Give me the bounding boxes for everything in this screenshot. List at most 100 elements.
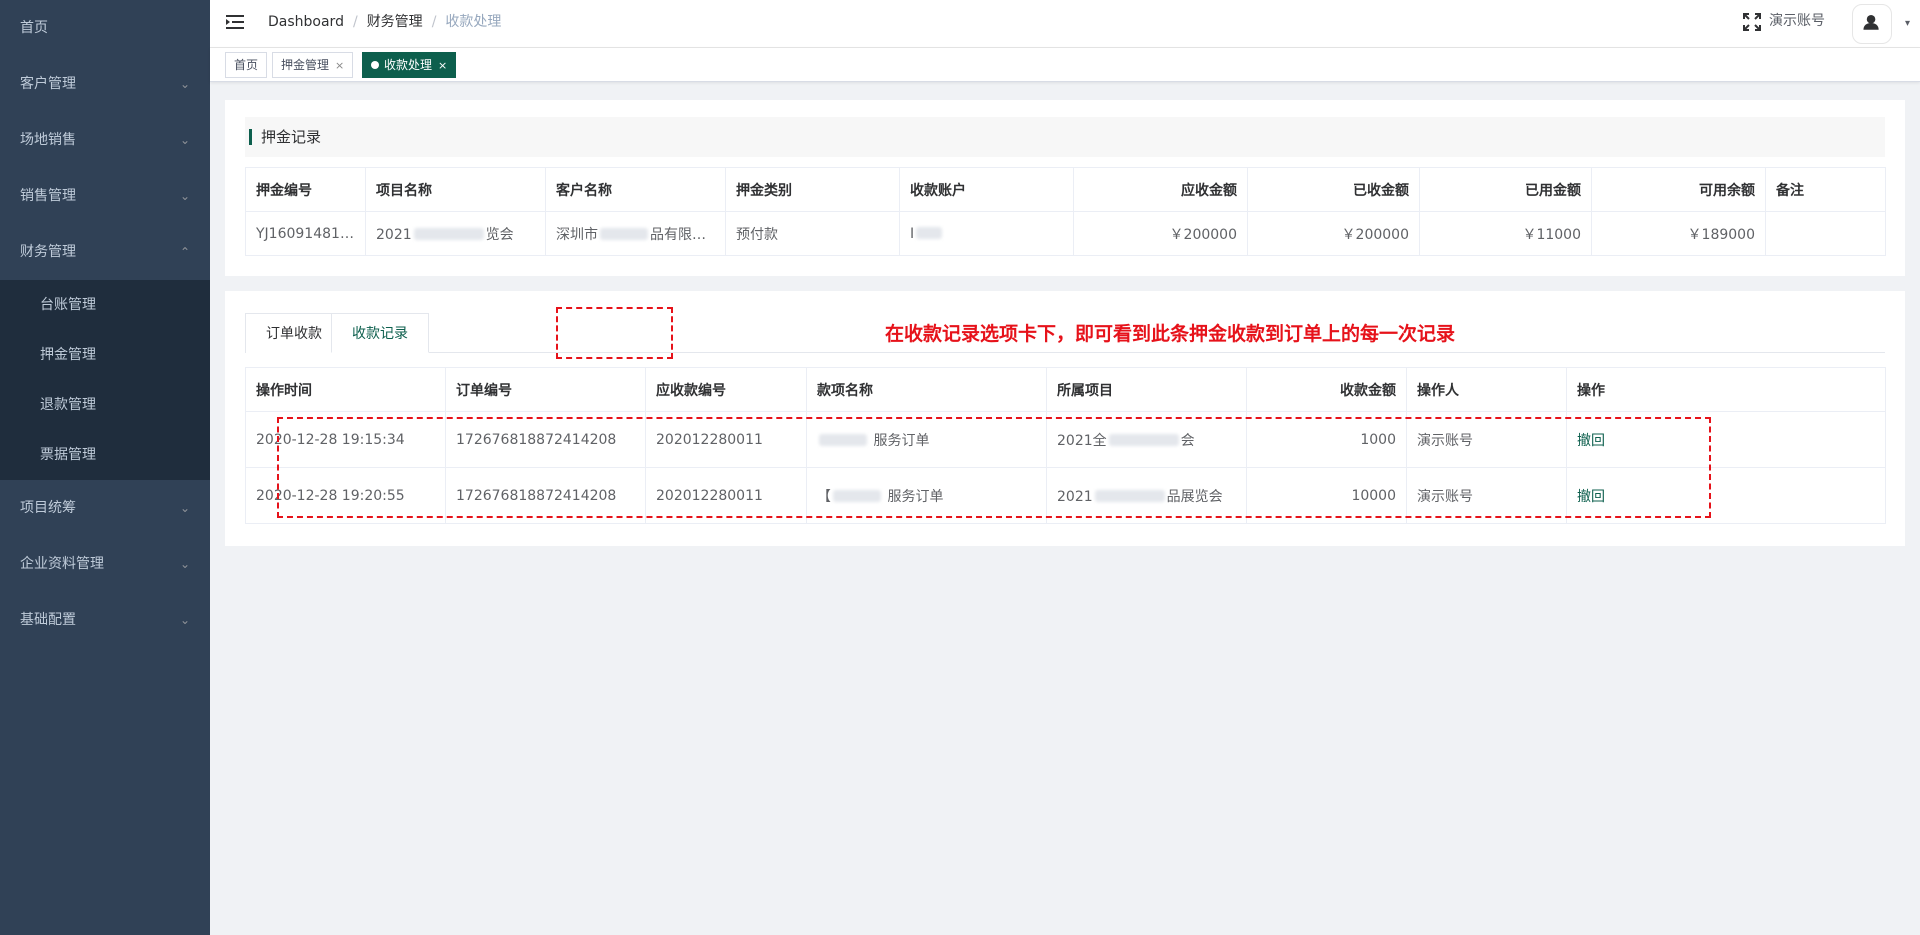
remark [1765,211,1886,256]
table-row: 2020-12-28 19:15:34 172676818872414208 2… [245,411,1886,468]
tag-payment-processing[interactable]: 收款处理 × [362,52,457,78]
deposit-code: YJ16091481… [245,211,366,256]
breadcrumb: Dashboard / 财务管理 / 收款处理 [268,0,501,45]
sidebar-item-finance[interactable]: 财务管理 ⌃ [0,224,210,280]
project-name-text: 2021 [376,226,412,243]
sidebar: 首页 客户管理 ⌄ 场地销售 ⌄ 销售管理 ⌄ 财务管理 ⌃ 台账管理 押金管理 退款管… [0,0,210,935]
item-name: 服务订单 [806,411,1047,468]
menu-fold-icon[interactable] [226,14,244,30]
sidebar-item-enterprise[interactable]: 企业资料管理 ⌄ [0,536,210,592]
column-header: 操作时间 [245,367,446,412]
customer-name-text: 深圳市 [556,226,598,243]
sidebar-item-label: 基础配置 [20,612,76,628]
sidebar-item-label: 项目统筹 [20,500,76,516]
tag-label: 首页 [234,58,259,72]
breadcrumb-current: 收款处理 [445,14,502,30]
column-header: 操作人 [1406,367,1567,412]
tab-order-payment[interactable]: 订单收款 [245,313,343,353]
column-header: 款项名称 [806,367,1047,412]
payment-amount: 1000 [1246,411,1407,468]
caret-down-icon[interactable]: ▾ [1905,18,1910,29]
sidebar-item-venue-sales[interactable]: 场地销售 ⌄ [0,112,210,168]
operator: 演示账号 [1406,467,1567,524]
sidebar-item-customer[interactable]: 客户管理 ⌄ [0,56,210,112]
project-name: 2021 览会 [365,211,546,256]
annotation-text: 在收款记录选项卡下，即可看到此条押金收款到订单上的每一次记录 [885,323,1456,345]
table-header-row: 押金编号 项目名称 客户名称 押金类别 收款账户 应收金额 已收金额 已用金额 … [245,167,1886,212]
current-user-name: 演示账号 [1769,13,1825,29]
column-header: 可用余额 [1591,167,1766,212]
table-row: YJ16091481… 2021 览会 深圳市 品有限公司 预付款 I ￥20000… [245,211,1886,256]
deposit-category: 预付款 [725,211,900,256]
item-name-text: 【 [817,488,831,505]
project: 2021全 会 [1046,411,1247,468]
customer-name: 深圳市 品有限公司 [545,211,726,256]
project-text: 2021全 [1057,432,1107,449]
column-header: 所属项目 [1046,367,1247,412]
chevron-up-icon: ⌃ [179,245,190,259]
sidebar-item-home[interactable]: 首页 [0,0,210,56]
action-cell: 撤回 [1566,411,1886,468]
revoke-button[interactable]: 撤回 [1577,489,1605,505]
redacted-blur [833,489,881,502]
item-name-text: 服务订单 [873,432,930,449]
operation-time: 2020-12-28 19:20:55 [245,467,446,524]
project: 2021 品展览会 [1046,467,1247,524]
sidebar-item-project[interactable]: 项目统筹 ⌄ [0,480,210,536]
column-header: 应收款编号 [645,367,807,412]
fullscreen-icon[interactable] [1742,12,1762,32]
avatar[interactable] [1852,4,1892,44]
customer-name-text: 品有限公司 [650,226,720,243]
order-number: 172676818872414208 [445,467,646,524]
table-header-row: 操作时间 订单编号 应收款编号 款项名称 所属项目 收款金额 操作人 操作 [245,367,1886,412]
payment-records-card: 订单收款 收款记录 在收款记录选项卡下，即可看到此条押金收款到订单上的每一次记录… [225,291,1905,546]
navbar: Dashboard / 财务管理 / 收款处理 演示账号 ▾ [210,0,1920,48]
tag-deposit[interactable]: 押金管理 × [272,52,354,78]
tag-home[interactable]: 首页 [225,52,268,78]
redacted-blur [413,227,484,240]
finance-submenu: 台账管理 押金管理 退款管理 票据管理 [0,280,210,480]
tag-label: 收款处理 [384,58,433,72]
column-header: 已收金额 [1247,167,1420,212]
amount-available: ￥189000 [1591,211,1766,256]
breadcrumb-dashboard[interactable]: Dashboard [268,14,344,30]
order-number: 172676818872414208 [445,411,646,468]
column-header: 已用金额 [1419,167,1592,212]
sidebar-item-sales[interactable]: 销售管理 ⌄ [0,168,210,224]
tags-view: 首页 押金管理 × 收款处理 × [210,48,1920,82]
sidebar-item-config[interactable]: 基础配置 ⌄ [0,592,210,648]
receivable-number: 202012280011 [645,411,807,468]
section-title: 押金记录 [245,117,1885,157]
sidebar-subitem-deposit[interactable]: 押金管理 [0,330,210,380]
receiving-account: I [899,211,1074,256]
sidebar-subitem-invoice[interactable]: 票据管理 [0,430,210,480]
sidebar-item-label: 客户管理 [20,76,76,92]
close-icon[interactable]: × [335,59,344,72]
tab-payment-records[interactable]: 收款记录 [331,313,429,353]
project-text: 会 [1180,432,1195,449]
amount-used: ￥11000 [1419,211,1592,256]
sidebar-item-label: 首页 [20,20,48,36]
chevron-down-icon: ⌄ [179,557,190,571]
redacted-blur [1094,489,1165,502]
sidebar-item-label: 企业资料管理 [20,556,104,572]
receivable-number: 202012280011 [645,467,807,524]
column-header: 押金编号 [245,167,366,212]
redacted-blur [916,226,943,239]
deposit-record-card: 押金记录 押金编号 项目名称 客户名称 押金类别 收款账户 应收金额 已收金额 … [225,100,1905,276]
main-area: Dashboard / 财务管理 / 收款处理 演示账号 ▾ 首页 押金管理 × 收款处理… [210,0,1920,935]
redacted-blur [1108,433,1179,446]
sidebar-subitem-ledger[interactable]: 台账管理 [0,280,210,330]
column-header: 订单编号 [445,367,646,412]
revoke-button[interactable]: 撤回 [1577,433,1605,449]
close-icon[interactable]: × [438,59,447,72]
payment-records-table: 操作时间 订单编号 应收款编号 款项名称 所属项目 收款金额 操作人 操作 20… [245,367,1886,524]
chevron-down-icon: ⌄ [179,133,190,147]
item-name: 【 服务订单 [806,467,1047,524]
redacted-blur [819,433,867,446]
payment-amount: 10000 [1246,467,1407,524]
column-header: 备注 [1765,167,1886,212]
column-header: 操作 [1566,367,1886,412]
sidebar-subitem-refund[interactable]: 退款管理 [0,380,210,430]
chevron-down-icon: ⌄ [179,613,190,627]
